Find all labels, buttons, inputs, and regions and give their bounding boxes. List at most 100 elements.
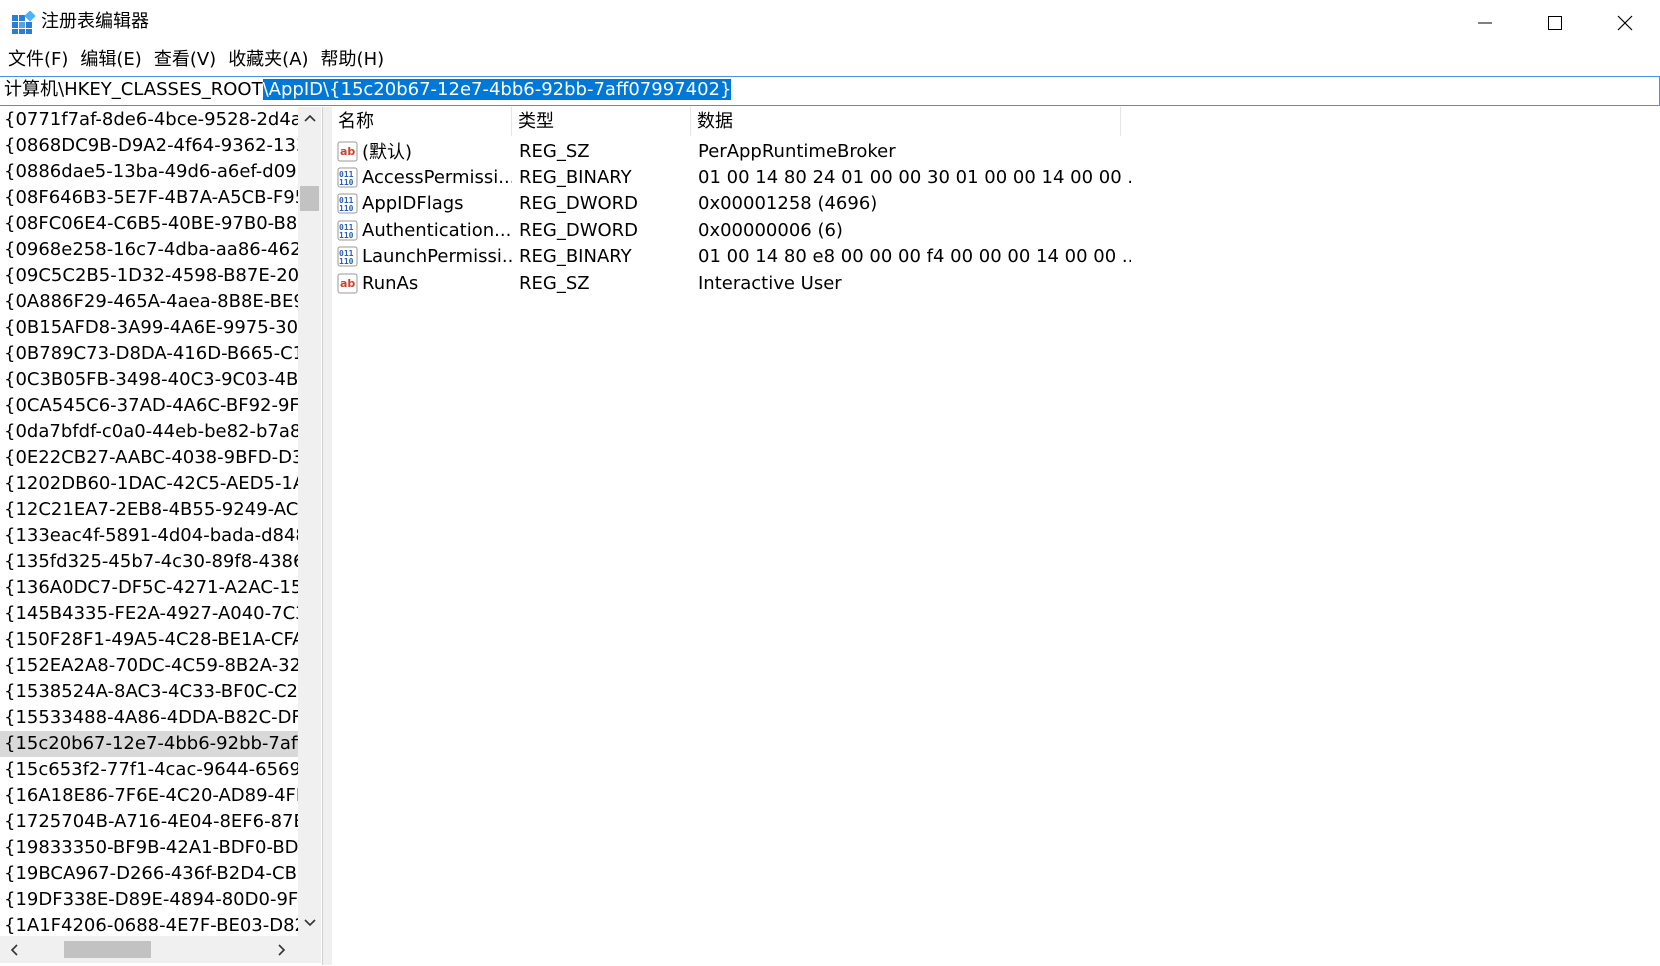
address-bar[interactable]: 计算机\HKEY_CLASSES_ROOT\AppID\{15c20b67-12… [0, 76, 1660, 106]
address-selected-path: \AppID\{15c20b67-12e7-4bb6-92bb-7aff0799… [262, 79, 732, 100]
tree-item[interactable]: {1202DB60-1DAC-42C5-AED5-1A [0, 471, 298, 497]
menu-help[interactable]: 帮助(H) [315, 46, 391, 74]
column-name-header[interactable]: 名称 [332, 107, 512, 136]
tree-item[interactable]: {19DF338E-D89E-4894-80D0-9FI [0, 887, 298, 913]
value-name-cell: 011 110 LaunchPermissi... [332, 246, 512, 267]
value-row[interactable]: ab RunAs REG_SZ Interactive User [332, 269, 1131, 297]
string-value-icon: ab [337, 141, 358, 161]
chevron-down-icon [303, 919, 316, 927]
tree-item[interactable]: {1725704B-A716-4E04-8EF6-87EI [0, 809, 298, 835]
pane-splitter[interactable] [323, 107, 332, 965]
tree-item[interactable]: {19833350-BF9B-42A1-BDF0-BD1 [0, 835, 298, 861]
chevron-left-icon [10, 943, 18, 956]
key-tree-pane: {0771f7af-8de6-4bce-9528-2d4a7 {0868DC9B-… [0, 107, 323, 965]
value-type: REG_DWORD [519, 219, 639, 241]
regedit-app-icon [12, 11, 35, 34]
svg-text:110: 110 [339, 257, 354, 266]
tree-item[interactable]: {1A1F4206-0688-4E7F-BE03-D82 [0, 913, 298, 936]
value-name: AccessPermissi... [362, 166, 512, 188]
tree-item[interactable]: {19BCA967-D266-436f-B2D4-CBE [0, 861, 298, 887]
horizontal-scroll-thumb[interactable] [64, 941, 151, 958]
scroll-left-button[interactable] [2, 936, 26, 963]
tree-item[interactable]: {15533488-4A86-4DDA-B82C-DF [0, 705, 298, 731]
tree-item[interactable]: {0B789C73-D8DA-416D-B665-C1 [0, 341, 298, 367]
menu-bar: 文件(F) 编辑(E) 查看(V) 收藏夹(A) 帮助(H) [0, 45, 1660, 75]
tree-vertical-scrollbar[interactable] [298, 107, 321, 936]
value-row[interactable]: 011 110 LaunchPermissi... REG_BINARY 01 00 1… [332, 243, 1131, 271]
column-type-header[interactable]: 类型 [512, 107, 691, 136]
svg-text:ab: ab [340, 145, 355, 158]
tree-item[interactable]: {145B4335-FE2A-4927-A040-7C3 [0, 601, 298, 627]
scroll-up-button[interactable] [298, 107, 321, 129]
value-row[interactable]: 011 110 AppIDFlags REG_DWORD 0x00001258 (469… [332, 190, 1131, 218]
value-name-cell: 011 110 AppIDFlags [332, 193, 512, 214]
binary-value-icon: 011110 [337, 167, 358, 188]
tree-item[interactable]: {0886dae5-13ba-49d6-a6ef-d092 [0, 159, 298, 185]
value-data: 01 00 14 80 e8 00 00 00 f4 00 00 00 14 0… [698, 246, 1131, 268]
tree-item[interactable]: {0E22CB27-AABC-4038-9BFD-D3 [0, 445, 298, 471]
scroll-down-button[interactable] [298, 912, 321, 934]
tree-item[interactable]: {0771f7af-8de6-4bce-9528-2d4a7 [0, 107, 298, 133]
tree-item[interactable]: {150F28F1-49A5-4C28-BE1A-CFA [0, 627, 298, 653]
maximize-button[interactable] [1520, 0, 1590, 45]
tree-item[interactable]: {0CA545C6-37AD-4A6C-BF92-9F [0, 393, 298, 419]
value-type: REG_SZ [519, 140, 590, 162]
svg-text:110: 110 [339, 231, 354, 240]
menu-file[interactable]: 文件(F) [2, 46, 74, 74]
string-value-icon: ab [337, 273, 358, 293]
value-type: REG_BINARY [519, 166, 632, 188]
tree-item[interactable]: {133eac4f-5891-4d04-bada-d848 [0, 523, 298, 549]
svg-text:ab: ab [340, 277, 355, 290]
value-name-cell: 011 110 AccessPermissi... [332, 167, 512, 188]
value-data: PerAppRuntimeBroker [698, 140, 896, 162]
value-data: Interactive User [698, 272, 842, 294]
minimize-button[interactable] [1450, 0, 1520, 45]
tree-item[interactable]: {15c20b67-12e7-4bb6-92bb-7aff [0, 731, 298, 757]
menu-favorites[interactable]: 收藏夹(A) [222, 46, 314, 74]
chevron-up-icon [303, 114, 316, 122]
tree-horizontal-scrollbar[interactable] [0, 936, 321, 963]
tree-item[interactable]: {152EA2A8-70DC-4C59-8B2A-32/ [0, 653, 298, 679]
value-row[interactable]: ab (默认) REG_SZ PerAppRuntimeBroker [332, 137, 1131, 165]
tree-item[interactable]: {0B15AFD8-3A99-4A6E-9975-30I [0, 315, 298, 341]
maximize-icon [1548, 15, 1562, 30]
tree-item[interactable]: {12C21EA7-2EB8-4B55-9249-AC2 [0, 497, 298, 523]
tree-item[interactable]: {08F646B3-5E7F-4B7A-A5CB-F95 [0, 185, 298, 211]
vertical-scroll-thumb[interactable] [300, 186, 319, 211]
svg-text:110: 110 [339, 204, 354, 213]
tree-item[interactable]: {0C3B05FB-3498-40C3-9C03-4B2 [0, 367, 298, 393]
column-header: 名称 类型 数据 [332, 107, 1121, 136]
values-pane: 名称 类型 数据 ab (默认) REG_SZ PerAppRuntimeBroker… [332, 107, 1660, 965]
menu-edit[interactable]: 编辑(E) [74, 46, 147, 74]
close-button[interactable] [1590, 0, 1660, 45]
address-path: 计算机\HKEY_CLASSES_ROOT [4, 79, 263, 100]
value-type: REG_DWORD [519, 193, 639, 215]
close-icon [1617, 15, 1633, 30]
value-row[interactable]: 011 110 AccessPermissi... REG_BINARY 01 00 1… [332, 163, 1131, 191]
value-type: REG_BINARY [519, 246, 632, 268]
value-data: 0x00001258 (4696) [698, 193, 878, 215]
tree-item[interactable]: {1538524A-8AC3-4C33-BF0C-C2I [0, 679, 298, 705]
value-data: 01 00 14 80 24 01 00 00 30 01 00 00 14 0… [698, 166, 1131, 188]
column-data-header[interactable]: 数据 [691, 107, 1121, 136]
value-name: (默认) [362, 142, 413, 163]
tree-item[interactable]: {16A18E86-7F6E-4C20-AD89-4FF [0, 783, 298, 809]
tree-item[interactable]: {09C5C2B5-1D32-4598-B87E-203 [0, 263, 298, 289]
tree-item[interactable]: {0968e258-16c7-4dba-aa86-462c [0, 237, 298, 263]
title-bar: 注册表编辑器 [0, 0, 1660, 45]
menu-view[interactable]: 查看(V) [148, 46, 222, 74]
tree-item[interactable]: {136A0DC7-DF5C-4271-A2AC-15 [0, 575, 298, 601]
binary-value-icon: 011110 [337, 220, 358, 241]
value-name: RunAs [362, 272, 419, 294]
tree-item[interactable]: {135fd325-45b7-4c30-89f8-4386 [0, 549, 298, 575]
tree-item[interactable]: {0da7bfdf-c0a0-44eb-be82-b7a8 [0, 419, 298, 445]
tree-item[interactable]: {15c653f2-77f1-4cac-9644-65698 [0, 757, 298, 783]
tree-item[interactable]: {0A886F29-465A-4aea-8B8E-BE9/ [0, 289, 298, 315]
value-name: AppIDFlags [362, 193, 464, 215]
value-row[interactable]: 011 110 Authentication... REG_DWORD 0x000000… [332, 216, 1131, 244]
tree-item[interactable]: {08FC06E4-C6B5-40BE-97B0-B80 [0, 211, 298, 237]
scroll-right-button[interactable] [270, 936, 294, 963]
tree-item[interactable]: {0868DC9B-D9A2-4f64-9362-133 [0, 133, 298, 159]
value-type: REG_SZ [519, 272, 590, 294]
chevron-right-icon [278, 943, 286, 956]
